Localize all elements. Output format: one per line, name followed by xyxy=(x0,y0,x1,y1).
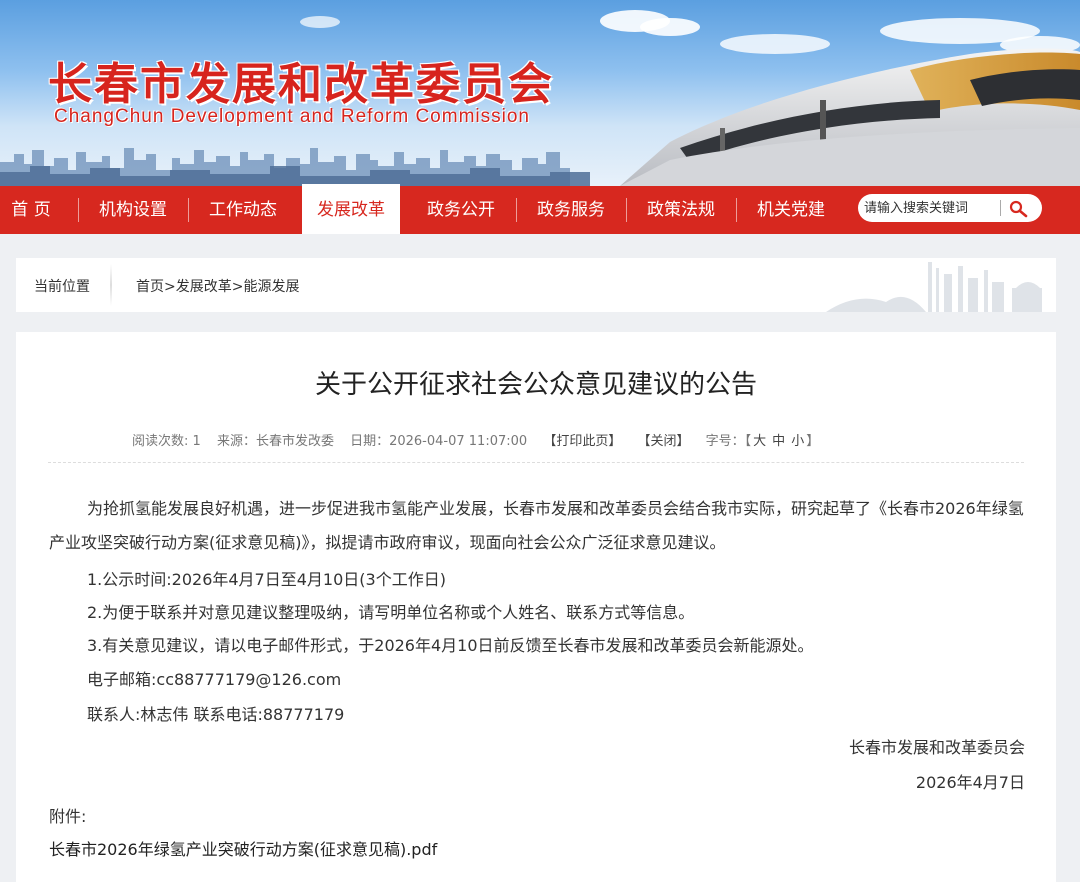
search-button[interactable] xyxy=(1004,196,1034,220)
attachment-label: 附件: xyxy=(49,807,87,826)
nav-separator xyxy=(78,198,79,222)
article-source: 来源：长春市发改委 xyxy=(216,434,334,449)
font-size-bracket-close: 】 xyxy=(806,434,820,449)
nav-separator xyxy=(188,198,189,222)
nav-item-policies[interactable]: 政策法规 xyxy=(634,186,728,234)
cloud xyxy=(640,18,700,36)
signature-date: 2026年4月7日 xyxy=(915,773,1025,792)
signature-org: 长春市发展和改革委员会 xyxy=(848,738,1025,757)
meta-divider xyxy=(48,462,1024,463)
search-divider xyxy=(1000,200,1001,216)
header-banner: 长春市发展和改革委员会 ChangChun Development and Re… xyxy=(0,0,1080,186)
article-item-2: 2.为便于联系并对意见建议整理吸纳，请写明单位名称或个人姓名、联系方式等信息。 xyxy=(87,603,695,622)
font-size-small[interactable]: 小 xyxy=(791,434,804,449)
search-icon xyxy=(1009,200,1028,218)
contact-person: 联系人:林志伟 联系电话:88777179 xyxy=(87,705,345,724)
font-size-medium[interactable]: 中 xyxy=(772,434,785,449)
nav-item-government-services[interactable]: 政务服务 xyxy=(524,186,618,234)
close-link[interactable]: 【关闭】 xyxy=(637,434,689,449)
nav-separator xyxy=(516,198,517,222)
cloud xyxy=(300,16,340,28)
nav-item-government-affairs[interactable]: 政务公开 xyxy=(414,186,508,234)
nav-item-party-building[interactable]: 机关党建 xyxy=(744,186,838,234)
train-image xyxy=(620,48,1080,186)
publish-date: 日期：2026-04-07 11:07:00 xyxy=(350,434,528,449)
contact-email: 电子邮箱:cc88777179@126.com xyxy=(87,670,342,689)
attachment-link[interactable]: 长春市2026年绿氢产业突破行动方案(征求意见稿).pdf xyxy=(49,836,1025,860)
breadcrumb: 当前位置 首页>发展改革>能源发展 xyxy=(16,258,1056,312)
font-size-label: 字号： xyxy=(705,434,745,449)
article-item-3: 3.有关意见建议，请以电子邮件形式，于2026年4月10日前反馈至长春市发展和改… xyxy=(87,636,814,655)
breadcrumb-label: 当前位置 xyxy=(34,279,90,295)
article-meta: 阅读次数: 1 来源：长春市发改委 日期：2026-04-07 11:07:00… xyxy=(132,430,831,449)
nav-item-organization[interactable]: 机构设置 xyxy=(86,186,180,234)
site-title: 长春市发展和改革委员会 xyxy=(48,59,554,110)
article-item-1: 1.公示时间:2026年4月7日至4月10日(3个工作日) xyxy=(87,570,446,589)
read-count: 阅读次数: 1 xyxy=(132,434,201,449)
site-subtitle: ChangChun Development and Reform Commiss… xyxy=(54,106,530,127)
font-size-large[interactable]: 大 xyxy=(753,434,766,449)
nav-item-work-news[interactable]: 工作动态 xyxy=(196,186,290,234)
city-landmarks-graphic xyxy=(826,262,1042,312)
article-title: 关于公开征求社会公众意见建议的公告 xyxy=(314,370,757,400)
nav-item-development-reform[interactable]: 发展改革 xyxy=(302,184,400,234)
nav-separator xyxy=(626,198,627,222)
print-link[interactable]: 【打印此页】 xyxy=(543,434,621,449)
nav-item-home[interactable]: 首 页 xyxy=(0,186,74,234)
font-size-bracket-open: 【 xyxy=(744,434,752,449)
breadcrumb-divider xyxy=(110,264,112,306)
article-intro: 为抢抓氢能发展良好机遇，进一步促进我市氢能产业发展，长春市发展和改革委员会结合我… xyxy=(49,499,1024,552)
search-input[interactable] xyxy=(864,198,994,218)
nav-separator xyxy=(736,198,737,222)
breadcrumb-path[interactable]: 首页>发展改革>能源发展 xyxy=(136,276,299,296)
article-panel: 关于公开征求社会公众意见建议的公告 阅读次数: 1 来源：长春市发改委 日期：2… xyxy=(16,332,1056,882)
